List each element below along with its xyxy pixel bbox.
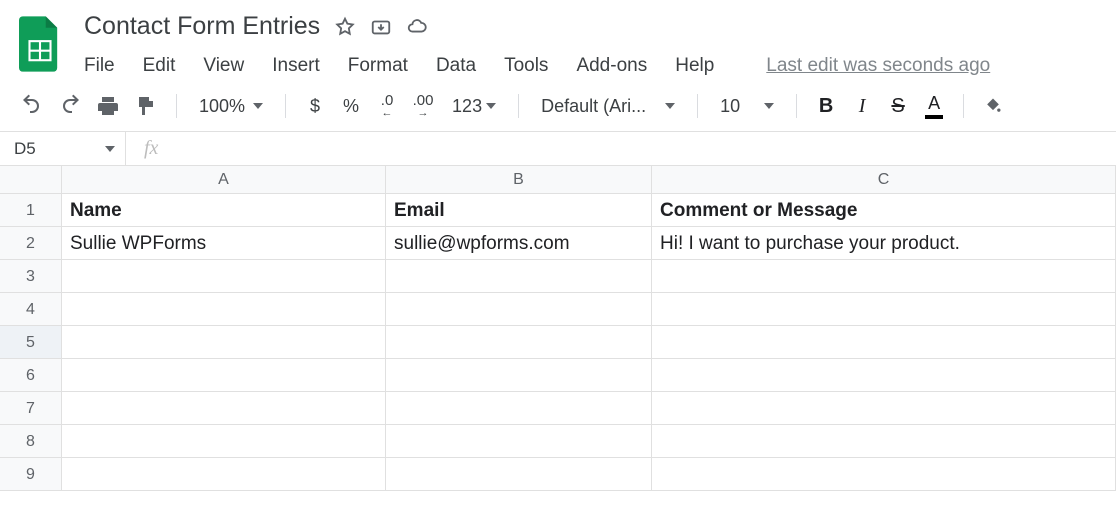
row-header[interactable]: 9	[0, 458, 62, 491]
cell[interactable]	[386, 392, 652, 425]
menubar: File Edit View Insert Format Data Tools …	[84, 51, 1100, 81]
last-edit-link[interactable]: Last edit was seconds ago	[766, 55, 990, 77]
fx-icon: fx	[126, 137, 172, 160]
cell[interactable]	[62, 359, 386, 392]
col-header-C[interactable]: C	[652, 166, 1116, 194]
format-percent[interactable]: %	[336, 91, 366, 121]
name-box[interactable]: D5	[0, 132, 126, 165]
print-icon[interactable]	[92, 91, 124, 121]
menu-view[interactable]: View	[203, 51, 258, 81]
row-header[interactable]: 1	[0, 194, 62, 227]
font-dropdown[interactable]: Default (Ari...	[533, 96, 683, 117]
cell[interactable]	[62, 458, 386, 491]
menu-file[interactable]: File	[84, 51, 129, 81]
toolbar: 100% $ % .0← .00→ 123 Default (Ari... 10…	[0, 81, 1116, 132]
menu-format[interactable]: Format	[348, 51, 422, 81]
cell[interactable]	[386, 293, 652, 326]
cell[interactable]: sullie@wpforms.com	[386, 227, 652, 260]
undo-icon[interactable]	[16, 91, 48, 121]
cell[interactable]	[652, 293, 1116, 326]
menu-tools[interactable]: Tools	[504, 51, 562, 81]
cell[interactable]	[652, 392, 1116, 425]
col-header-A[interactable]: A	[62, 166, 386, 194]
cell[interactable]: Name	[62, 194, 386, 227]
cell[interactable]	[652, 425, 1116, 458]
caret-icon	[764, 103, 774, 109]
caret-icon	[253, 103, 263, 109]
zoom-value: 100%	[199, 96, 245, 117]
move-icon[interactable]	[370, 16, 392, 38]
separator	[697, 94, 698, 118]
select-all-corner[interactable]	[0, 166, 62, 194]
row-header[interactable]: 6	[0, 359, 62, 392]
cell[interactable]	[386, 260, 652, 293]
separator	[963, 94, 964, 118]
fill-color-button[interactable]	[978, 91, 1008, 121]
cell[interactable]	[386, 458, 652, 491]
caret-icon	[665, 103, 675, 109]
cell[interactable]	[386, 359, 652, 392]
cell[interactable]	[386, 425, 652, 458]
formula-input[interactable]	[172, 132, 1116, 165]
menu-help[interactable]: Help	[675, 51, 728, 81]
font-size-dropdown[interactable]: 10	[712, 96, 782, 117]
row-header[interactable]: 2	[0, 227, 62, 260]
cell[interactable]: Sullie WPForms	[62, 227, 386, 260]
spreadsheet-grid: A B C 1 Name Email Comment or Message 2 …	[0, 166, 1116, 491]
document-title[interactable]: Contact Form Entries	[84, 12, 320, 41]
menu-edit[interactable]: Edit	[143, 51, 190, 81]
cell[interactable]: Hi! I want to purchase your product.	[652, 227, 1116, 260]
cell[interactable]	[62, 260, 386, 293]
menu-data[interactable]: Data	[436, 51, 490, 81]
cell[interactable]	[652, 359, 1116, 392]
cell[interactable]	[62, 326, 386, 359]
separator	[796, 94, 797, 118]
cell[interactable]	[62, 392, 386, 425]
caret-icon	[486, 103, 496, 109]
strikethrough-button[interactable]: S	[883, 91, 913, 121]
cell[interactable]: Email	[386, 194, 652, 227]
cloud-status-icon[interactable]	[406, 16, 428, 38]
bold-button[interactable]: B	[811, 91, 841, 121]
menu-insert[interactable]: Insert	[272, 51, 334, 81]
separator	[285, 94, 286, 118]
italic-button[interactable]: I	[847, 91, 877, 121]
redo-icon[interactable]	[54, 91, 86, 121]
cell[interactable]: Comment or Message	[652, 194, 1116, 227]
paint-format-icon[interactable]	[130, 91, 162, 121]
separator	[518, 94, 519, 118]
formula-bar: D5 fx	[0, 132, 1116, 166]
sheets-logo-icon[interactable]	[16, 14, 64, 74]
separator	[176, 94, 177, 118]
increase-decimal[interactable]: .00→	[408, 91, 438, 121]
text-color-button[interactable]: A	[919, 91, 949, 121]
cell[interactable]	[652, 458, 1116, 491]
cell[interactable]	[652, 326, 1116, 359]
cell[interactable]	[62, 293, 386, 326]
cell[interactable]	[652, 260, 1116, 293]
row-header[interactable]: 5	[0, 326, 62, 359]
cell[interactable]	[62, 425, 386, 458]
row-header[interactable]: 7	[0, 392, 62, 425]
cell[interactable]	[386, 326, 652, 359]
number-format-dropdown[interactable]: 123	[444, 96, 504, 117]
row-header[interactable]: 3	[0, 260, 62, 293]
format-currency[interactable]: $	[300, 91, 330, 121]
star-icon[interactable]	[334, 16, 356, 38]
decrease-decimal[interactable]: .0←	[372, 91, 402, 121]
row-header[interactable]: 4	[0, 293, 62, 326]
row-header[interactable]: 8	[0, 425, 62, 458]
menu-addons[interactable]: Add-ons	[576, 51, 661, 81]
active-cell-ref: D5	[14, 139, 36, 159]
caret-icon	[105, 146, 115, 152]
col-header-B[interactable]: B	[386, 166, 652, 194]
zoom-dropdown[interactable]: 100%	[191, 96, 271, 117]
